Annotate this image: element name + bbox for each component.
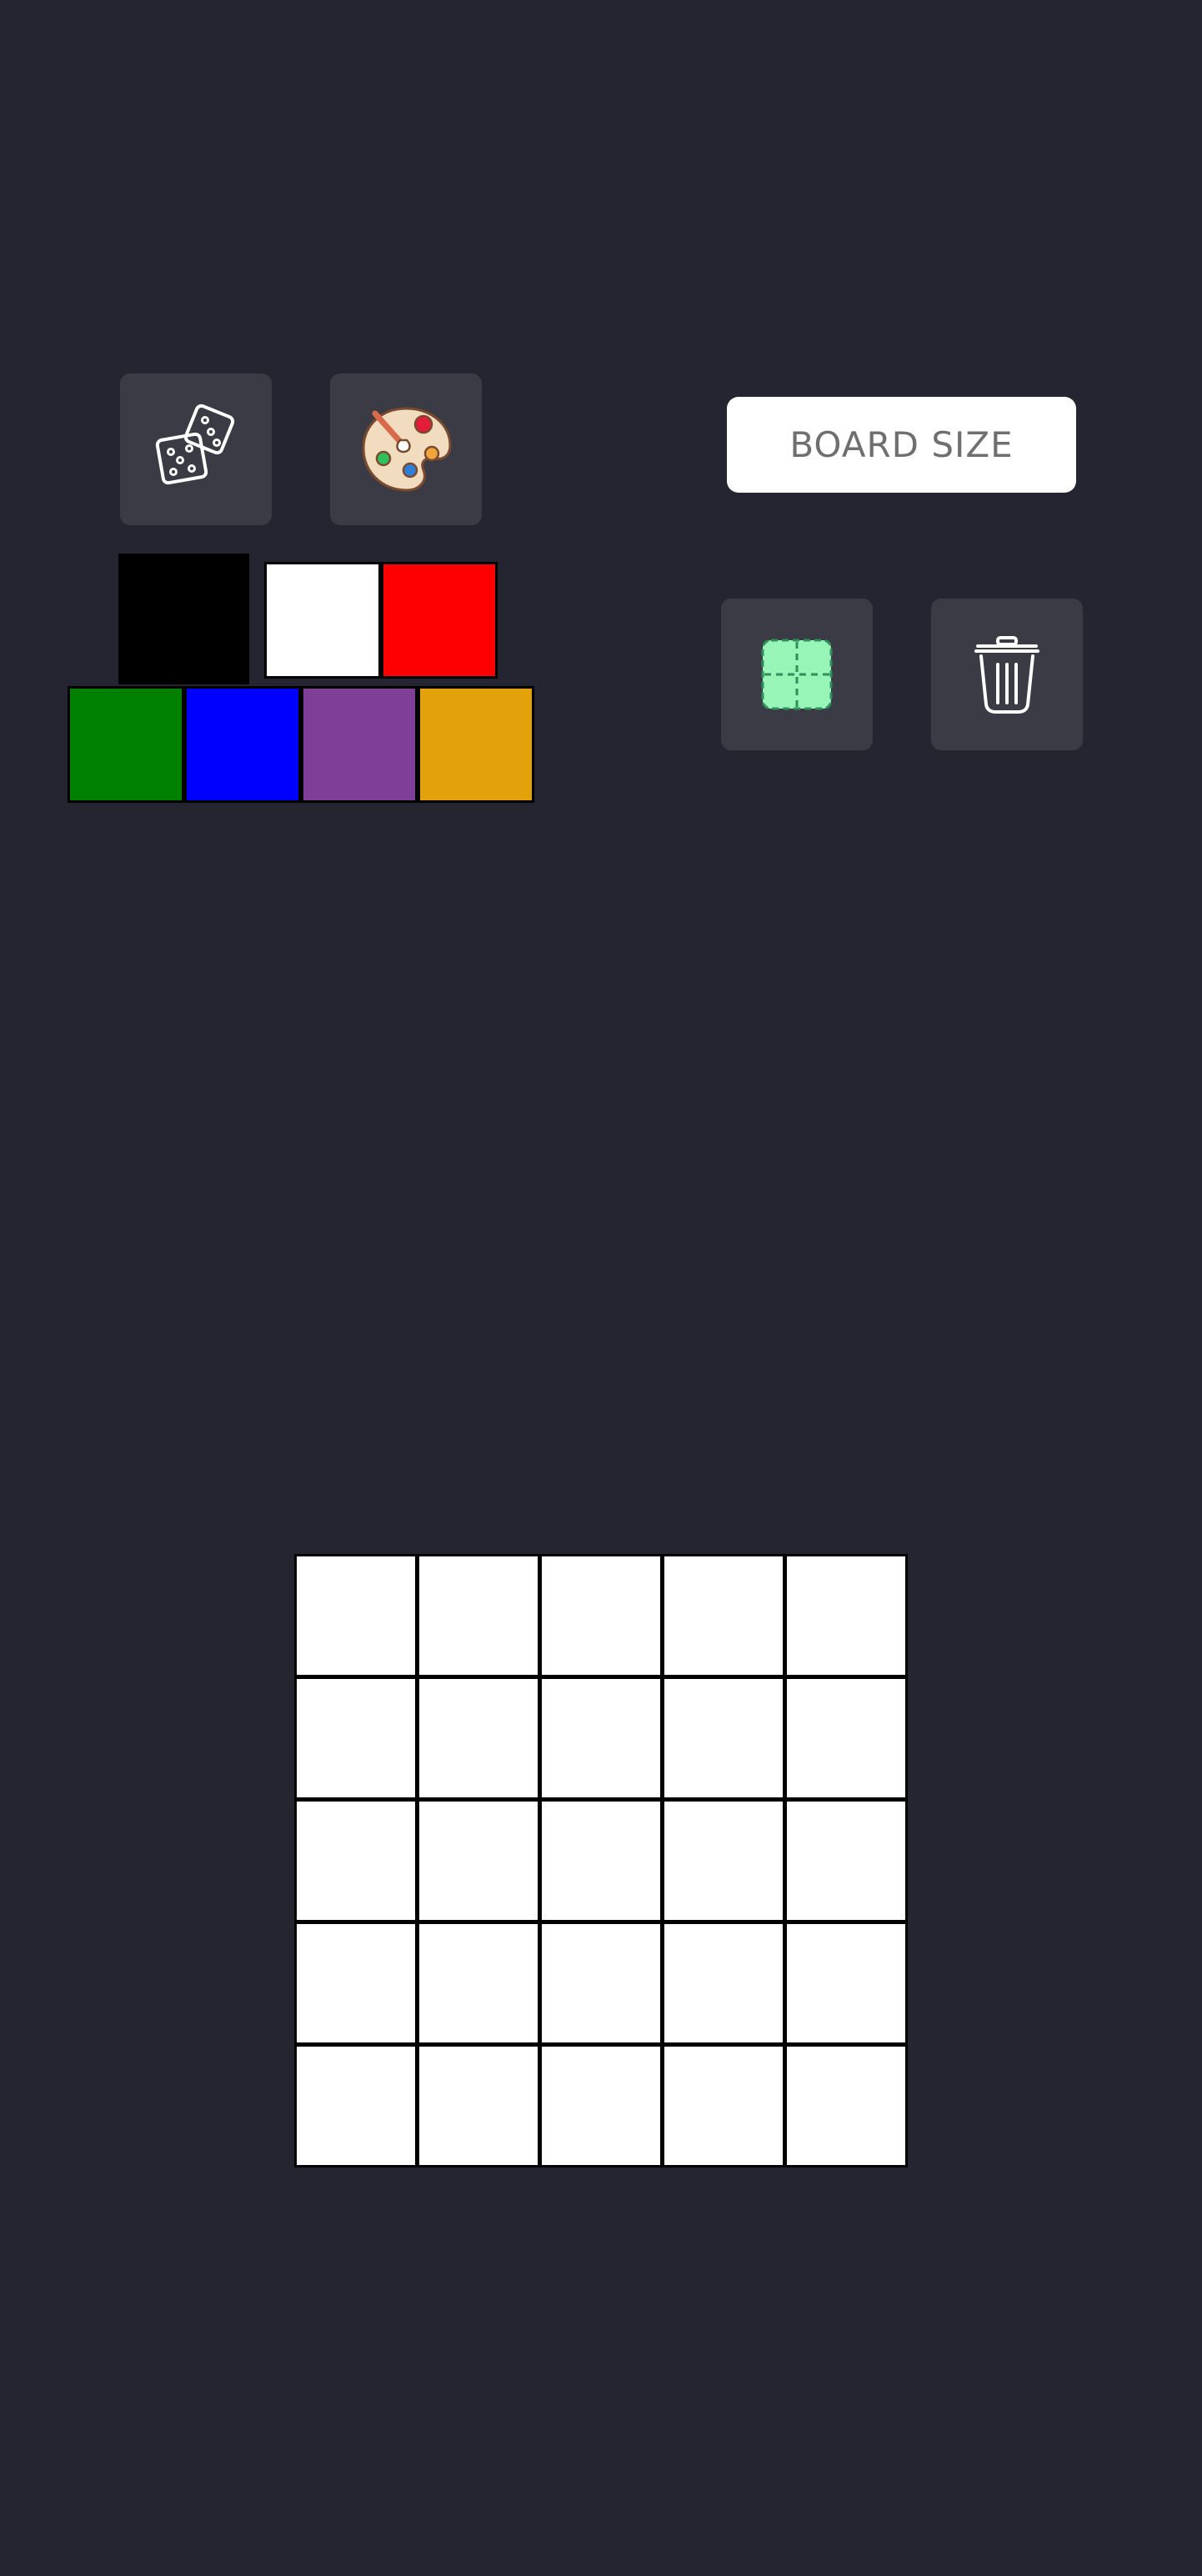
board-cell[interactable] [787, 1556, 905, 1675]
grid-toggle-button[interactable] [721, 599, 873, 750]
board-cell[interactable] [297, 2047, 415, 2165]
grid-toggle-icon [757, 634, 837, 714]
clear-board-button[interactable] [931, 599, 1083, 750]
swatch-gold[interactable] [418, 686, 534, 803]
board-size-label: BOARD SIZE [789, 424, 1014, 465]
board-cell[interactable] [542, 2047, 660, 2165]
board-cell[interactable] [664, 1679, 783, 1797]
palette-icon [358, 402, 453, 497]
board-cell[interactable] [297, 1924, 415, 2042]
board-cell[interactable] [664, 1556, 783, 1675]
board-cell[interactable] [297, 1679, 415, 1797]
swatch-blue[interactable] [184, 686, 301, 803]
swatch-white[interactable] [264, 562, 381, 679]
board-cell[interactable] [419, 1924, 538, 2042]
board-cell[interactable] [787, 1924, 905, 2042]
pixel-board [294, 1554, 908, 2168]
board-cell[interactable] [542, 1556, 660, 1675]
board-cell[interactable] [664, 2047, 783, 2165]
board-cell[interactable] [419, 1556, 538, 1675]
swatch-purple[interactable] [301, 686, 418, 803]
board-cell[interactable] [664, 1802, 783, 1920]
board-size-button[interactable]: BOARD SIZE [727, 397, 1076, 493]
dice-icon [150, 403, 242, 495]
trash-icon [969, 633, 1044, 716]
swatch-red[interactable] [381, 562, 498, 679]
board-cell[interactable] [419, 1679, 538, 1797]
board-cell[interactable] [542, 1924, 660, 2042]
swatch-green[interactable] [68, 686, 184, 803]
board-cell[interactable] [542, 1802, 660, 1920]
board-cell[interactable] [787, 2047, 905, 2165]
board-cell[interactable] [297, 1802, 415, 1920]
board-cell[interactable] [787, 1679, 905, 1797]
random-button[interactable] [120, 373, 272, 525]
board-cell[interactable] [542, 1679, 660, 1797]
palette-button[interactable] [330, 373, 482, 525]
board-cell[interactable] [297, 1556, 415, 1675]
swatch-black[interactable] [118, 554, 249, 684]
board-cell[interactable] [419, 2047, 538, 2165]
board-cell[interactable] [664, 1924, 783, 2042]
board-cell[interactable] [787, 1802, 905, 1920]
board-cell[interactable] [419, 1802, 538, 1920]
